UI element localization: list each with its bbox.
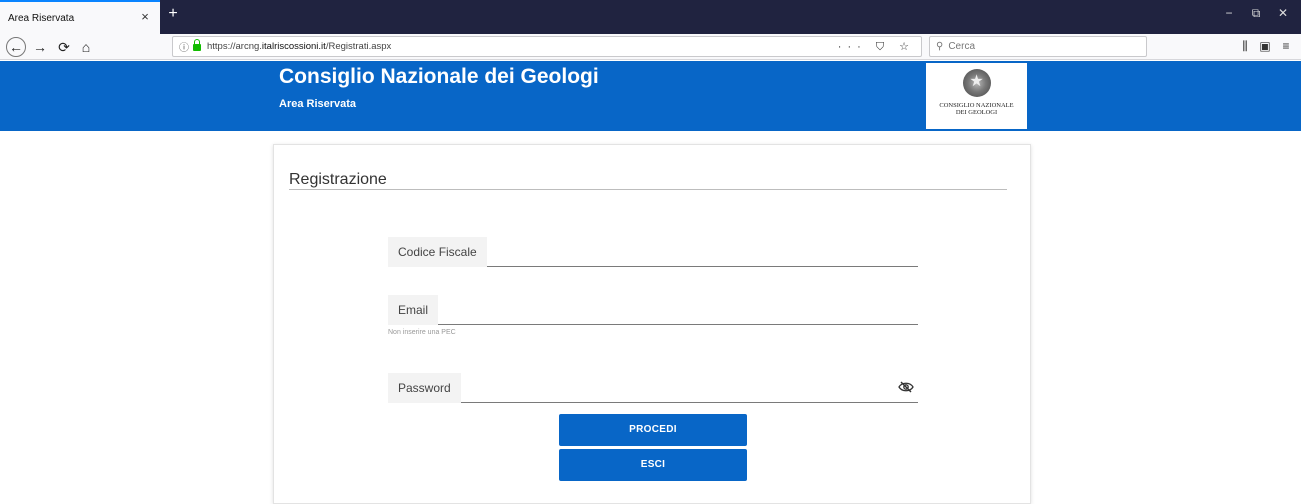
page-actions-icons[interactable]: ··· ⛉ ☆ <box>838 40 915 54</box>
reload-icon[interactable]: ⟳ <box>54 37 74 57</box>
search-icon: ⚲ <box>936 41 944 52</box>
tab-title: Area Riservata <box>8 12 75 24</box>
email-field[interactable]: Email <box>388 295 918 325</box>
registration-card: Registrazione Codice Fiscale Email Non i… <box>273 144 1031 504</box>
search-input[interactable]: ⚲ Cerca <box>929 36 1147 57</box>
logo-text: CONSIGLIO NAZIONALE DEI GEOLOGI <box>939 102 1014 116</box>
browser-toolbar: ← → ⟳ ⌂ ⓘ https://arcng.italriscossioni.… <box>0 34 1301 60</box>
codice-fiscale-label: Codice Fiscale <box>388 237 487 267</box>
search-placeholder: Cerca <box>948 41 976 52</box>
site-title: Consiglio Nazionale dei Geologi <box>279 65 599 88</box>
browser-tab-active[interactable]: Area Riservata × <box>0 0 160 34</box>
lock-icon[interactable] <box>193 39 201 51</box>
password-input[interactable] <box>388 373 918 403</box>
form-title: Registrazione <box>289 171 387 188</box>
minimize-icon[interactable]: − <box>1218 6 1240 20</box>
forward-icon[interactable]: → <box>30 37 50 57</box>
close-window-icon[interactable]: ✕ <box>1272 6 1294 20</box>
eye-slash-icon[interactable] <box>898 381 914 393</box>
browser-tabbar: Area Riservata × + − ⧉ ✕ <box>0 0 1301 34</box>
emblem-icon <box>962 69 991 97</box>
cng-logo: CONSIGLIO NAZIONALE DEI GEOLOGI <box>926 63 1027 129</box>
email-input[interactable] <box>388 295 918 325</box>
sidebar-icon[interactable]: ▣ <box>1256 39 1274 53</box>
info-icon[interactable]: ⓘ <box>179 39 189 54</box>
library-icon[interactable]: ⫼ <box>1236 39 1254 54</box>
back-icon[interactable]: ← <box>6 37 26 57</box>
title-divider <box>289 189 1007 190</box>
new-tab-button[interactable]: + <box>163 4 183 24</box>
procedi-button[interactable]: PROCEDI <box>559 414 747 446</box>
restore-icon[interactable]: ⧉ <box>1245 6 1267 21</box>
site-subtitle: Area Riservata <box>279 98 357 110</box>
codice-fiscale-field[interactable]: Codice Fiscale <box>388 237 918 267</box>
menu-icon[interactable]: ≡ <box>1277 39 1295 53</box>
password-field[interactable]: Password <box>388 373 918 403</box>
esci-button[interactable]: ESCI <box>559 449 747 481</box>
address-bar[interactable]: ⓘ https://arcng.italriscossioni.it/Regis… <box>172 36 922 57</box>
email-hint: Non inserire una PEC <box>388 329 456 336</box>
tab-close-icon[interactable]: × <box>136 8 154 26</box>
site-header: Consiglio Nazionale dei Geologi Area Ris… <box>0 61 1301 131</box>
url-text: https://arcng.italriscossioni.it/Registr… <box>207 41 392 52</box>
email-label: Email <box>388 295 439 325</box>
home-icon[interactable]: ⌂ <box>76 37 96 57</box>
password-label: Password <box>388 373 461 403</box>
